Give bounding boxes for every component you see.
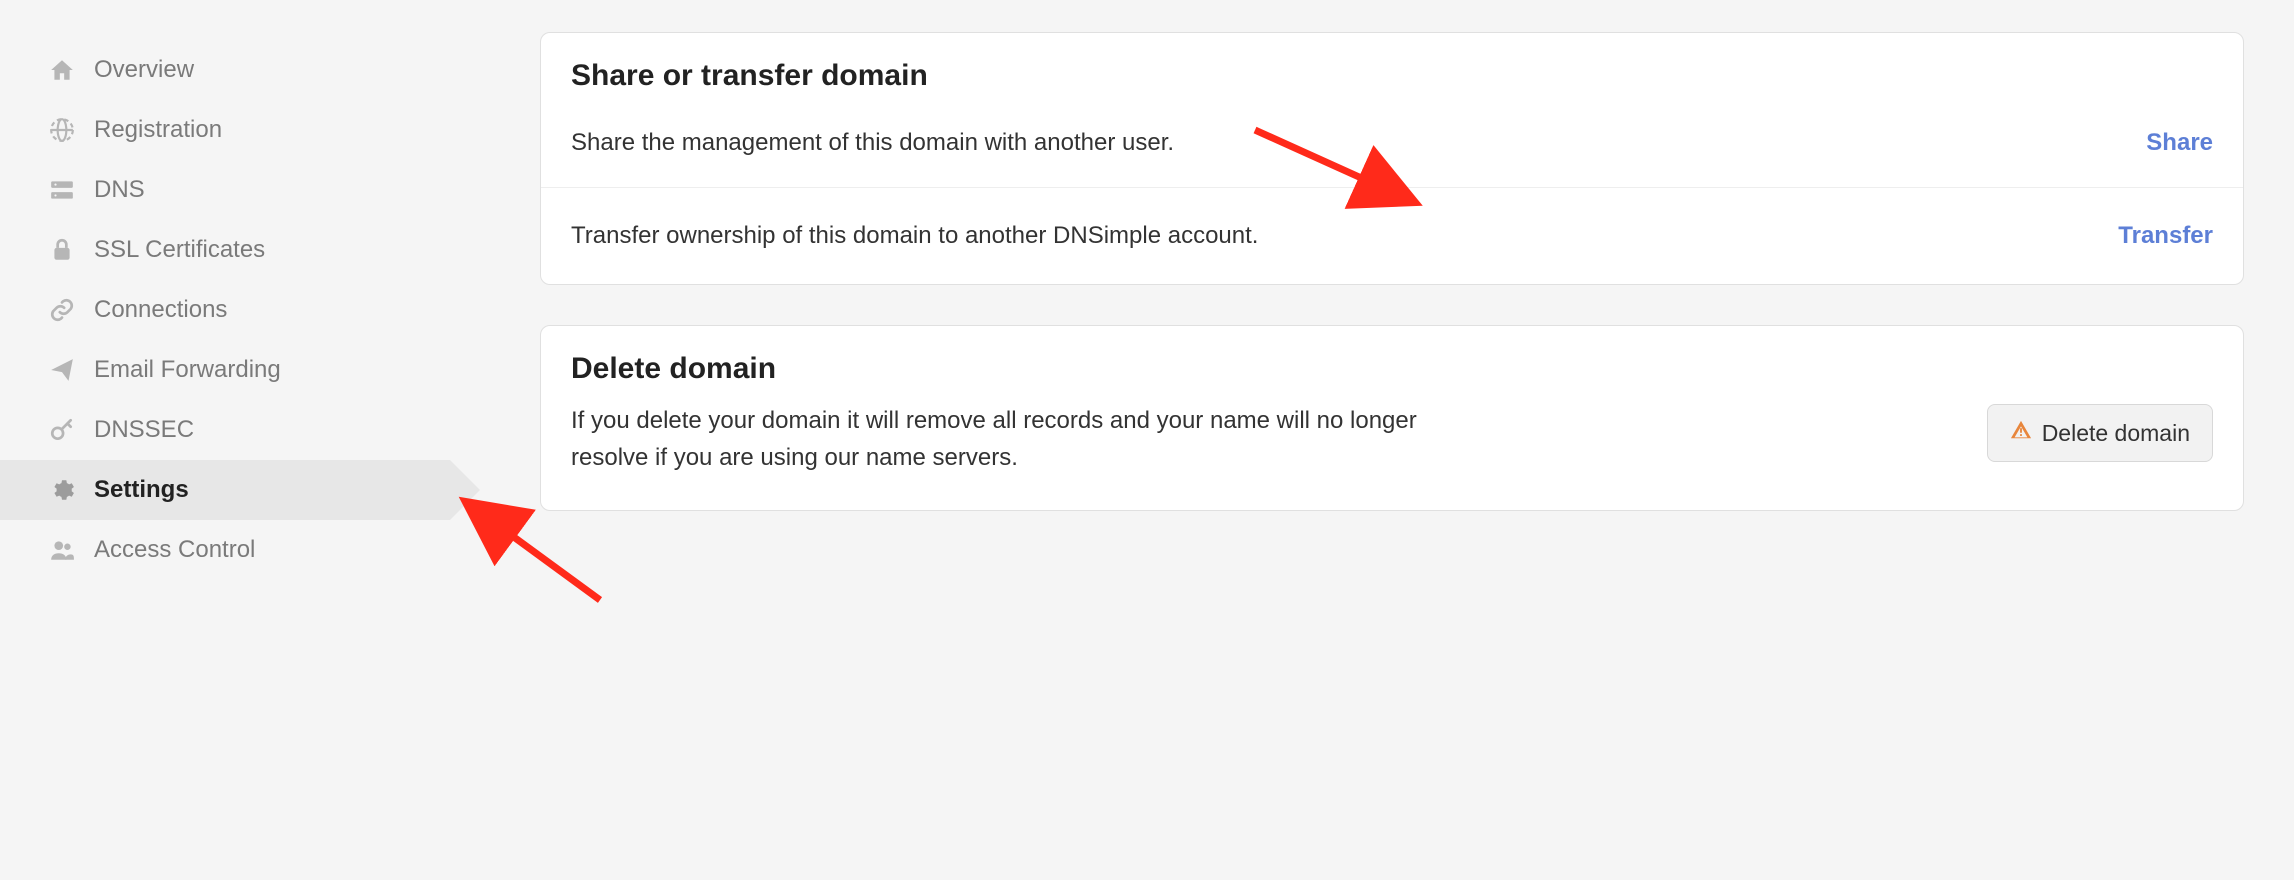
users-icon <box>48 536 76 564</box>
share-row: Share the management of this domain with… <box>541 103 2243 187</box>
delete-button-label: Delete domain <box>2042 420 2190 447</box>
card-title: Delete domain <box>571 352 2213 386</box>
lock-icon <box>48 236 76 264</box>
sidebar-item-dns[interactable]: DNS <box>0 160 450 220</box>
share-link[interactable]: Share <box>2146 129 2213 157</box>
sidebar-item-settings[interactable]: Settings <box>0 460 450 520</box>
sidebar-item-label: DNS <box>94 176 145 204</box>
transfer-row: Transfer ownership of this domain to ano… <box>541 187 2243 284</box>
card-title: Share or transfer domain <box>571 59 2213 93</box>
card-header: Delete domain <box>541 326 2243 394</box>
sidebar-item-label: Email Forwarding <box>94 356 281 384</box>
card-header: Share or transfer domain <box>541 33 2243 103</box>
sidebar-item-label: Overview <box>94 56 194 84</box>
sidebar-item-ssl[interactable]: SSL Certificates <box>0 220 450 280</box>
sidebar-nav: Overview Registration DNS SSL Certificat… <box>0 0 450 880</box>
delete-domain-card: Delete domain If you delete your domain … <box>540 325 2244 511</box>
sidebar-item-label: Registration <box>94 116 222 144</box>
server-icon <box>48 176 76 204</box>
sidebar-item-label: DNSSEC <box>94 416 194 444</box>
sidebar-item-connections[interactable]: Connections <box>0 280 450 340</box>
share-description: Share the management of this domain with… <box>571 125 1174 161</box>
share-transfer-card: Share or transfer domain Share the manag… <box>540 32 2244 285</box>
sidebar-item-dnssec[interactable]: DNSSEC <box>0 400 450 460</box>
transfer-link[interactable]: Transfer <box>2118 222 2213 250</box>
sidebar-item-registration[interactable]: Registration <box>0 100 450 160</box>
link-icon <box>48 296 76 324</box>
paper-plane-icon <box>48 356 76 384</box>
sidebar-item-access[interactable]: Access Control <box>0 520 450 580</box>
sidebar-item-label: Connections <box>94 296 227 324</box>
delete-row: If you delete your domain it will remove… <box>541 394 2243 510</box>
home-icon <box>48 56 76 84</box>
delete-domain-button[interactable]: Delete domain <box>1987 404 2213 462</box>
transfer-description: Transfer ownership of this domain to ano… <box>571 218 1258 254</box>
sidebar-item-overview[interactable]: Overview <box>0 40 450 100</box>
delete-description: If you delete your domain it will remove… <box>571 402 1491 476</box>
warning-icon <box>2010 419 2032 447</box>
sidebar-item-email[interactable]: Email Forwarding <box>0 340 450 400</box>
globe-icon <box>48 116 76 144</box>
main-content: Share or transfer domain Share the manag… <box>450 0 2294 880</box>
gear-icon <box>48 476 76 504</box>
sidebar-item-label: Access Control <box>94 536 255 564</box>
key-icon <box>48 416 76 444</box>
sidebar-item-label: SSL Certificates <box>94 236 265 264</box>
sidebar-item-label: Settings <box>94 476 189 504</box>
